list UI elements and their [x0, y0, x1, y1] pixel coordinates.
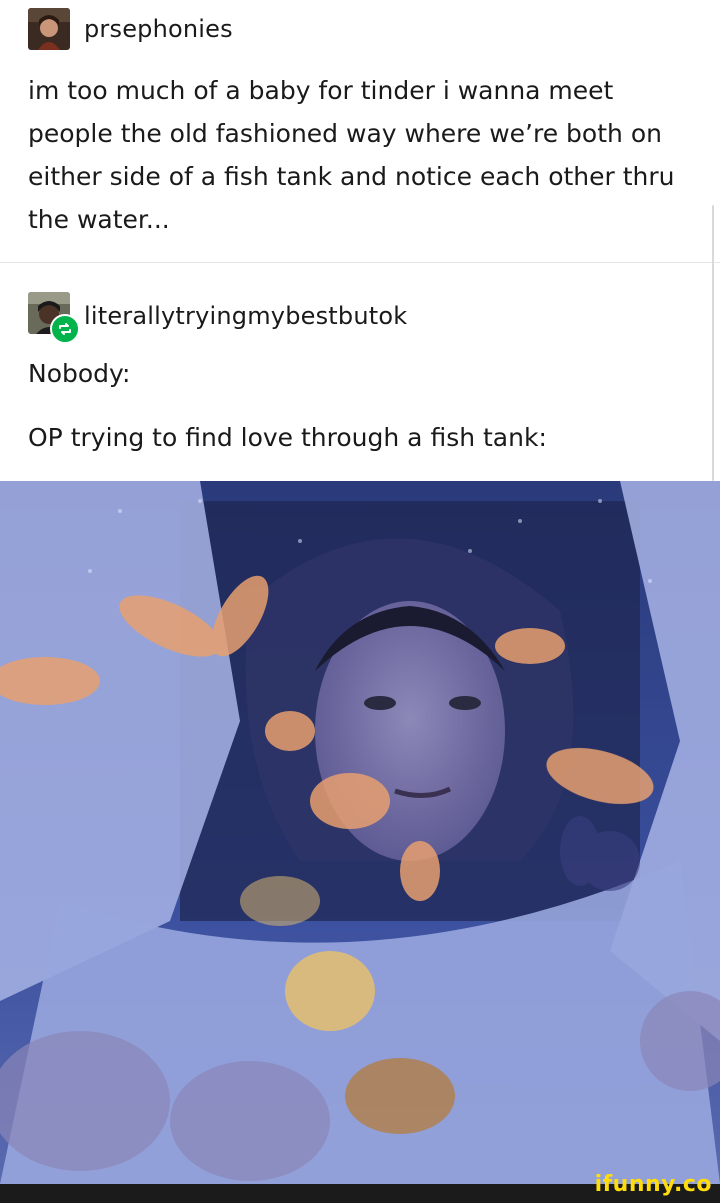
reblog-icon — [50, 314, 80, 344]
reblog-header: literallytryingmybestbutok — [28, 292, 407, 344]
ifunny-watermark: ifunny.co — [594, 1172, 712, 1197]
user-avatar[interactable] — [28, 8, 70, 50]
post-text: im too much of a baby for tinder i wanna… — [28, 76, 675, 234]
username[interactable]: prsephonies — [84, 15, 233, 43]
reblog-line-2: OP trying to find love through a fish ta… — [28, 423, 547, 452]
reblog-avatar-wrap — [28, 292, 80, 344]
post-divider — [0, 262, 720, 263]
scroll-edge — [712, 205, 714, 481]
footer-bar: ifunny.co — [0, 1172, 720, 1203]
username[interactable]: literallytryingmybestbutok — [84, 302, 407, 330]
reblog-line-1: Nobody: — [28, 359, 131, 388]
fish-tank-photo-icon — [0, 481, 720, 1184]
post-image[interactable] — [0, 481, 720, 1184]
post-header: prsephonies — [28, 8, 233, 50]
